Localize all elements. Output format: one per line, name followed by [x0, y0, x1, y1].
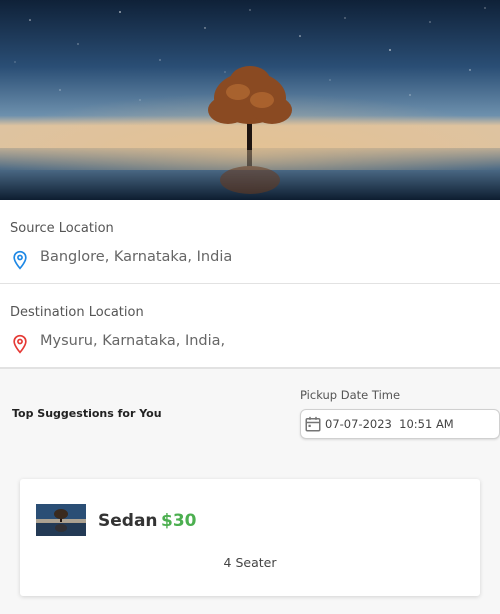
hero-image	[0, 0, 500, 200]
pickup-date-label: Pickup Date Time	[300, 388, 401, 402]
car-seat-count: 4 Seater	[223, 555, 277, 570]
destination-location-label: Destination Location	[10, 305, 144, 320]
suggestions-title: Top Suggestions for You	[12, 407, 162, 420]
car-thumbnail	[36, 504, 86, 536]
pickup-date-picker[interactable]: 07-07-2023 10:51 AM	[300, 409, 500, 439]
source-location-label: Source Location	[10, 221, 114, 236]
car-price: $30	[161, 511, 197, 531]
calendar-icon	[305, 416, 321, 432]
destination-location-field[interactable]: Destination Location Mysuru, Karnataka, …	[0, 284, 500, 369]
pickup-date-value: 07-07-2023 10:51 AM	[325, 417, 454, 431]
source-location-input[interactable]: Banglore, Karnataka, India	[40, 249, 232, 265]
location-pin-icon	[13, 250, 27, 270]
car-suggestion-card[interactable]: Sedan $30 4 Seater	[20, 479, 480, 596]
destination-location-input[interactable]: Mysuru, Karnataka, India,	[40, 333, 225, 349]
car-type-name: Sedan	[98, 511, 158, 531]
night-tree-illustration	[0, 0, 500, 200]
location-pin-icon	[13, 334, 27, 354]
source-location-field[interactable]: Source Location Banglore, Karnataka, Ind…	[0, 200, 500, 285]
divider	[0, 367, 500, 369]
